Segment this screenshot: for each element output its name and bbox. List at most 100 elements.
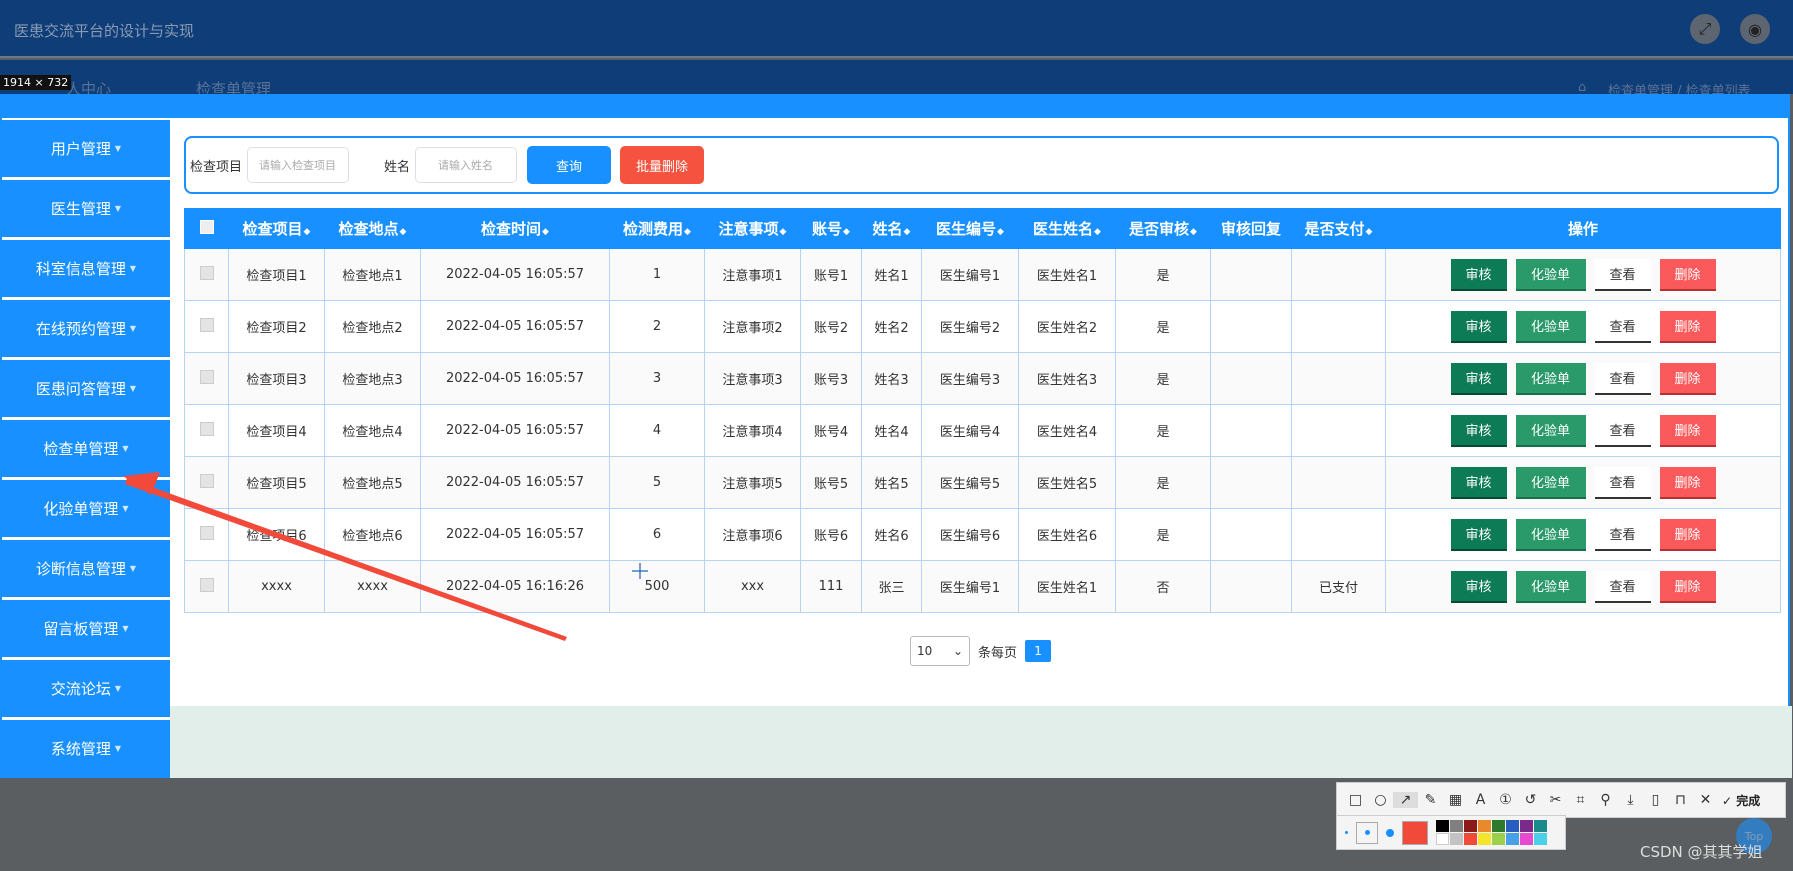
column-header[interactable]: 是否审核◆ <box>1115 208 1211 249</box>
scissors-icon[interactable]: ✂ <box>1543 792 1568 808</box>
size-large-dot[interactable] <box>1386 828 1394 837</box>
fullscreen-icon[interactable]: ⤢ <box>1690 14 1720 44</box>
sort-icon[interactable]: ◆ <box>780 227 787 237</box>
column-header[interactable]: 注意事项◆ <box>704 208 801 249</box>
sidebar-item-qa[interactable]: 医患问答管理 ▼ <box>2 360 170 417</box>
delete-button[interactable]: 删除 <box>1659 362 1716 395</box>
sort-icon[interactable]: ◆ <box>1190 227 1197 237</box>
sidebar-item-lab-orders[interactable]: 化验单管理 ▼ <box>2 480 170 537</box>
current-color-swatch[interactable] <box>1402 820 1428 845</box>
sort-icon[interactable]: ◆ <box>904 227 911 237</box>
done-button[interactable]: ✓ 完成 <box>1722 792 1760 809</box>
column-header[interactable]: 检查项目◆ <box>228 208 325 249</box>
delete-button[interactable]: 删除 <box>1659 310 1716 343</box>
color-swatches[interactable] <box>1436 820 1547 845</box>
column-header[interactable]: 检测费用◆ <box>609 208 705 249</box>
row-checkbox[interactable] <box>184 456 229 509</box>
column-header[interactable]: 姓名◆ <box>861 208 922 249</box>
sidebar-item-diagnosis[interactable]: 诊断信息管理 ▼ <box>2 540 170 597</box>
rectangle-tool-icon[interactable]: □ <box>1343 792 1368 808</box>
delete-button[interactable]: 删除 <box>1659 570 1716 603</box>
sidebar-item-users[interactable]: 用户管理 ▼ <box>2 120 170 177</box>
text-tool-icon[interactable]: A <box>1468 792 1493 808</box>
arrow-tool-icon[interactable]: ↗ <box>1393 792 1418 808</box>
sidebar-item-doctors[interactable]: 医生管理 ▼ <box>2 180 170 237</box>
sort-icon[interactable]: ◆ <box>1094 227 1101 237</box>
lab-order-button[interactable]: 化验单 <box>1515 570 1586 603</box>
review-button[interactable]: 审核 <box>1450 362 1507 395</box>
view-button[interactable]: 查看 <box>1594 310 1651 343</box>
review-button[interactable]: 审核 <box>1450 466 1507 499</box>
sort-icon[interactable]: ◆ <box>304 227 311 237</box>
column-header[interactable]: 是否支付◆ <box>1291 208 1386 249</box>
view-button[interactable]: 查看 <box>1594 362 1651 395</box>
sort-icon[interactable]: ◆ <box>542 227 549 237</box>
lab-order-button[interactable]: 化验单 <box>1515 362 1586 395</box>
view-button[interactable]: 查看 <box>1594 570 1651 603</box>
column-header[interactable]: 检查时间◆ <box>420 208 610 249</box>
view-button[interactable]: 查看 <box>1594 258 1651 291</box>
review-button[interactable]: 审核 <box>1450 414 1507 447</box>
mosaic-tool-icon[interactable]: ▦ <box>1443 792 1468 808</box>
row-checkbox[interactable] <box>184 508 229 561</box>
close-icon[interactable]: ✕ <box>1693 792 1718 808</box>
view-button[interactable]: 查看 <box>1594 518 1651 551</box>
lab-order-button[interactable]: 化验单 <box>1515 414 1586 447</box>
sidebar-item-messages[interactable]: 留言板管理 ▼ <box>2 600 170 657</box>
column-header[interactable]: 检查地点◆ <box>324 208 421 249</box>
delete-button[interactable]: 删除 <box>1659 518 1716 551</box>
sidebar-item-system[interactable]: 系统管理 ▼ <box>2 720 170 777</box>
query-button[interactable]: 查询 <box>527 146 612 184</box>
row-checkbox[interactable] <box>184 300 229 353</box>
column-header[interactable]: 医生编号◆ <box>921 208 1019 249</box>
page-button-current[interactable]: 1 <box>1025 640 1052 662</box>
sort-icon[interactable]: ◆ <box>1366 227 1373 237</box>
user-avatar-icon[interactable]: ◉ <box>1740 14 1770 44</box>
lab-order-button[interactable]: 化验单 <box>1515 258 1586 291</box>
pen-tool-icon[interactable]: ✎ <box>1418 792 1443 808</box>
view-button[interactable]: 查看 <box>1594 466 1651 499</box>
bookmark-icon[interactable]: ⊓ <box>1668 792 1693 808</box>
undo-icon[interactable]: ↺ <box>1518 792 1543 808</box>
sidebar-item-exam-orders[interactable]: 检查单管理 ▼ <box>2 420 170 477</box>
delete-button[interactable]: 删除 <box>1659 414 1716 447</box>
delete-button[interactable]: 删除 <box>1659 258 1716 291</box>
select-all-checkbox[interactable] <box>184 208 229 249</box>
lab-order-button[interactable]: 化验单 <box>1515 518 1586 551</box>
row-checkbox[interactable] <box>184 560 229 613</box>
view-button[interactable]: 查看 <box>1594 414 1651 447</box>
size-small-dot[interactable] <box>1345 831 1348 834</box>
number-tool-icon[interactable]: ① <box>1493 792 1518 808</box>
column-header[interactable]: 账号◆ <box>800 208 862 249</box>
sort-icon[interactable]: ◆ <box>684 227 691 237</box>
sort-icon[interactable]: ◆ <box>997 227 1004 237</box>
lab-order-button[interactable]: 化验单 <box>1515 466 1586 499</box>
page-size-select[interactable]: 10 ⌄ <box>910 636 970 666</box>
row-checkbox[interactable] <box>184 352 229 405</box>
size-medium-dot[interactable] <box>1356 821 1378 844</box>
row-checkbox[interactable] <box>184 248 229 301</box>
review-button[interactable]: 审核 <box>1450 310 1507 343</box>
review-button[interactable]: 审核 <box>1450 518 1507 551</box>
sidebar-item-forum[interactable]: 交流论坛 ▼ <box>2 660 170 717</box>
phone-icon[interactable]: ▯ <box>1643 792 1668 808</box>
pin-icon[interactable]: ⚲ <box>1593 792 1618 808</box>
batch-delete-button[interactable]: 批量删除 <box>620 146 705 184</box>
exam-item-input[interactable]: 请输入检查项目 <box>247 147 350 183</box>
delete-button[interactable]: 删除 <box>1659 466 1716 499</box>
review-button[interactable]: 审核 <box>1450 570 1507 603</box>
download-icon[interactable]: ⤓ <box>1618 792 1643 808</box>
column-header[interactable]: 医生姓名◆ <box>1018 208 1116 249</box>
table-cell: 医生编号2 <box>921 300 1019 353</box>
ellipse-tool-icon[interactable]: ○ <box>1368 792 1393 808</box>
name-input[interactable]: 请输入姓名 <box>415 147 518 183</box>
lab-order-button[interactable]: 化验单 <box>1515 310 1586 343</box>
ocr-icon[interactable]: ⌗ <box>1568 792 1593 808</box>
sidebar-item-departments[interactable]: 科室信息管理 ▼ <box>2 240 170 297</box>
review-button[interactable]: 审核 <box>1450 258 1507 291</box>
sidebar-item-appointments[interactable]: 在线预约管理 ▼ <box>2 300 170 357</box>
page-size-value: 10 <box>917 644 933 658</box>
sort-icon[interactable]: ◆ <box>400 227 407 237</box>
row-checkbox[interactable] <box>184 404 229 457</box>
sort-icon[interactable]: ◆ <box>843 227 850 237</box>
